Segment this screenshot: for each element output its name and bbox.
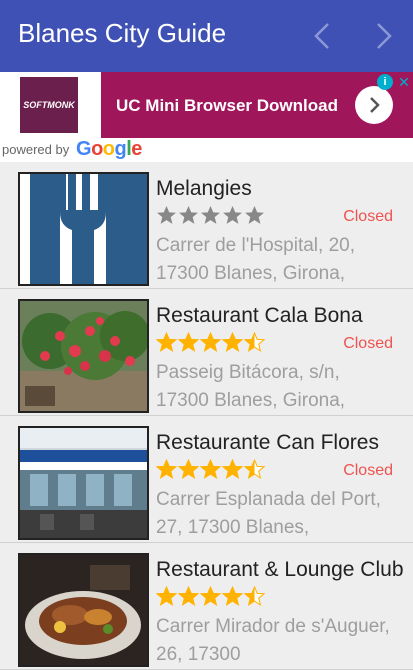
list-item[interactable]: Restaurante Can Flores Closed Carrer Esp… [0,416,413,543]
star-icon [244,459,265,480]
star-icon [178,459,199,480]
ad-text[interactable]: UC Mini Browser Download [116,96,338,116]
powered-by-label: powered by [2,142,70,157]
star-icon [178,332,199,353]
star-icon [222,586,243,607]
chevron-right-icon [370,97,380,113]
rating-stars [156,205,265,227]
star-icon [179,206,198,224]
place-name: Restaurante Can Flores [156,431,379,454]
restaurant-photo [20,301,147,411]
star-icon [157,206,176,224]
restaurant-photo [20,428,147,538]
star-icon [178,586,199,607]
ad-open-button[interactable] [355,86,393,124]
powered-by-google: powered by Google [0,138,413,162]
next-button[interactable] [364,16,404,56]
place-address: Carrer Esplanada del Port, 27, 17300 Bla… [156,489,381,538]
star-icon [201,206,220,224]
place-address: Passeig Bitácora, s/n, 17300 Blanes, Gir… [156,362,346,411]
chevron-right-icon [377,23,392,49]
star-icon [200,332,221,353]
list-item[interactable]: Restaurant Cala Bona Closed Passeig Bitá… [0,289,413,416]
star-icon [222,459,243,480]
star-icon [223,206,242,224]
star-icon [200,586,221,607]
app-title: Blanes City Guide [18,18,227,48]
ad-close-icon[interactable]: ✕ [396,74,412,90]
star-icon [156,459,177,480]
place-name: Restaurant & Lounge Club [156,558,404,581]
place-name: Restaurant Cala Bona [156,304,363,327]
star-icon [244,332,265,353]
star-icon [222,332,243,353]
list-item[interactable]: Restaurant & Lounge Club Carrer Mirador … [0,543,413,670]
list-item[interactable]: Melangies Closed Carrer de l'Hospital, 2… [0,162,413,289]
previous-button[interactable] [302,16,342,56]
status-label: Closed [343,462,393,479]
star-icon [200,459,221,480]
status-label: Closed [343,208,393,225]
fork-icon [20,174,147,284]
chevron-left-icon [314,23,329,49]
status-label: Closed [343,335,393,352]
place-thumbnail [18,553,149,667]
place-thumbnail [18,426,149,540]
ad-info-icon[interactable]: i [377,74,393,90]
rating-stars [156,586,265,608]
place-address: Carrer de l'Hospital, 20, 17300 Blanes, … [156,235,355,284]
star-icon [156,586,177,607]
star-icon [156,332,177,353]
ad-logo: SOFTMONK [20,77,78,133]
place-thumbnail [18,299,149,413]
place-thumbnail [18,172,149,286]
rating-stars [156,459,265,481]
star-icon [245,206,264,224]
star-icon [244,586,265,607]
place-name: Melangies [156,177,252,200]
rating-stars [156,332,265,354]
google-logo: Google [76,138,142,160]
place-list: Melangies Closed Carrer de l'Hospital, 2… [0,162,413,670]
app-bar: Blanes City Guide [0,0,413,72]
ad-banner[interactable]: SOFTMONK UC Mini Browser Download i ✕ [0,72,413,138]
food-photo [20,555,147,665]
